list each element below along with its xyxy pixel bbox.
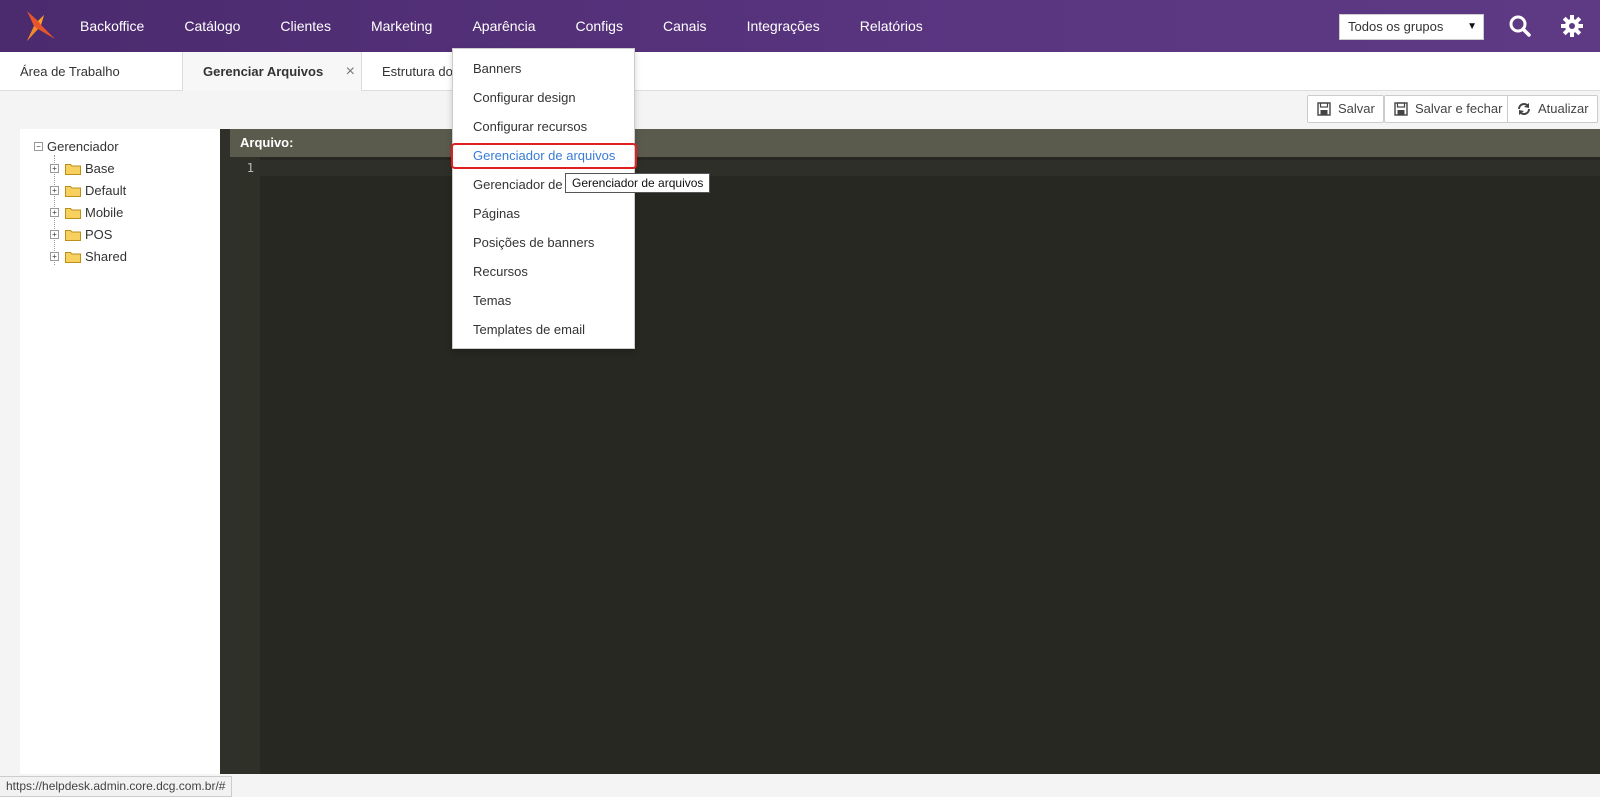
- tree-item-label: POS: [85, 227, 113, 242]
- expand-icon[interactable]: +: [50, 252, 59, 261]
- menu-item-banners[interactable]: Banners: [453, 55, 634, 83]
- aparencia-dropdown-menu: Banners Configurar design Configurar rec…: [451, 48, 637, 349]
- folder-icon: [65, 229, 81, 241]
- menu-item-gerenciador-de-arquivos[interactable]: Gerenciador de arquivos: [451, 142, 637, 170]
- tree-item-mobile[interactable]: + Mobile: [50, 205, 123, 220]
- menu-tooltip: Gerenciador de arquivos: [565, 173, 711, 193]
- tree-item-label: Shared: [85, 249, 127, 264]
- nav-integracoes[interactable]: Integrações: [727, 0, 840, 52]
- file-tree: − Gerenciador + Base + Default + Mobile …: [20, 129, 220, 774]
- search-icon[interactable]: [1508, 14, 1532, 38]
- menu-item-configurar-recursos[interactable]: Configurar recursos: [453, 113, 634, 141]
- collapse-icon[interactable]: −: [34, 142, 43, 151]
- tab-area-de-trabalho[interactable]: Área de Trabalho: [0, 52, 182, 91]
- tab-gerenciar-arquivos[interactable]: Gerenciar Arquivos ×: [182, 52, 362, 91]
- menu-item-posicoes-de-banners[interactable]: Posições de banners: [453, 229, 634, 257]
- save-button[interactable]: Salvar: [1307, 95, 1384, 123]
- group-select[interactable]: Todos os grupos ▼: [1339, 14, 1484, 40]
- menu-item-paginas[interactable]: Páginas: [453, 200, 634, 228]
- menu-item-templates-de-email[interactable]: Templates de email: [453, 316, 634, 344]
- tree-item-shared[interactable]: + Shared: [50, 249, 127, 264]
- tree-item-pos[interactable]: + POS: [50, 227, 112, 242]
- tabs-bar: Área de Trabalho Gerenciar Arquivos × Es…: [0, 52, 1600, 91]
- folder-icon: [65, 251, 81, 263]
- nav-relatorios[interactable]: Relatórios: [840, 0, 943, 52]
- group-select-value: Todos os grupos: [1348, 19, 1444, 34]
- nav-canais[interactable]: Canais: [643, 0, 727, 52]
- tree-root[interactable]: − Gerenciador: [34, 139, 119, 154]
- nav-backoffice[interactable]: Backoffice: [60, 0, 164, 52]
- save-icon: [1317, 102, 1331, 116]
- refresh-icon: [1518, 103, 1530, 115]
- expand-icon[interactable]: +: [50, 164, 59, 173]
- menu-item-configurar-design[interactable]: Configurar design: [453, 84, 634, 112]
- nav-marketing[interactable]: Marketing: [351, 0, 452, 52]
- nav-aparencia[interactable]: Aparência: [452, 0, 555, 52]
- tree-item-label: Mobile: [85, 205, 124, 220]
- menu-item-recursos[interactable]: Recursos: [453, 258, 634, 286]
- expand-icon[interactable]: +: [50, 186, 59, 195]
- status-url: https://helpdesk.admin.core.dcg.com.br/#: [0, 776, 233, 797]
- folder-icon: [65, 207, 81, 219]
- tree-root-label: Gerenciador: [47, 139, 119, 154]
- nav-clientes[interactable]: Clientes: [260, 0, 351, 52]
- editor-header: Arquivo:: [230, 129, 1600, 157]
- save-close-label: Salvar e fechar: [1415, 101, 1503, 116]
- tab-label: Área de Trabalho: [20, 64, 120, 79]
- nav-catalogo[interactable]: Catálogo: [164, 0, 260, 52]
- close-icon[interactable]: ×: [346, 52, 355, 91]
- main-nav: Backoffice Catálogo Clientes Marketing A…: [60, 0, 943, 52]
- tree-item-base[interactable]: + Base: [50, 161, 115, 176]
- expand-icon[interactable]: +: [50, 208, 59, 217]
- line-number: 1: [246, 161, 254, 175]
- expand-icon[interactable]: +: [50, 230, 59, 239]
- save-icon: [1394, 102, 1408, 116]
- gear-icon[interactable]: [1560, 14, 1584, 38]
- panel-splitter[interactable]: [220, 129, 230, 774]
- tree-item-default[interactable]: + Default: [50, 183, 126, 198]
- nav-configs[interactable]: Configs: [556, 0, 643, 52]
- folder-icon: [65, 185, 81, 197]
- refresh-label: Atualizar: [1538, 101, 1589, 116]
- save-label: Salvar: [1338, 101, 1375, 116]
- refresh-button[interactable]: Atualizar: [1507, 95, 1598, 123]
- editor-gutter: 1: [230, 157, 260, 774]
- folder-icon: [65, 163, 81, 175]
- save-and-close-button[interactable]: Salvar e fechar: [1384, 95, 1512, 123]
- chevron-down-icon: ▼: [1467, 21, 1477, 32]
- menu-item-temas[interactable]: Temas: [453, 287, 634, 315]
- tab-label: Gerenciar Arquivos: [203, 64, 324, 79]
- tree-item-label: Default: [85, 183, 127, 198]
- tree-item-label: Base: [85, 161, 115, 176]
- logo[interactable]: [24, 9, 58, 43]
- top-navbar: Backoffice Catálogo Clientes Marketing A…: [0, 0, 1600, 52]
